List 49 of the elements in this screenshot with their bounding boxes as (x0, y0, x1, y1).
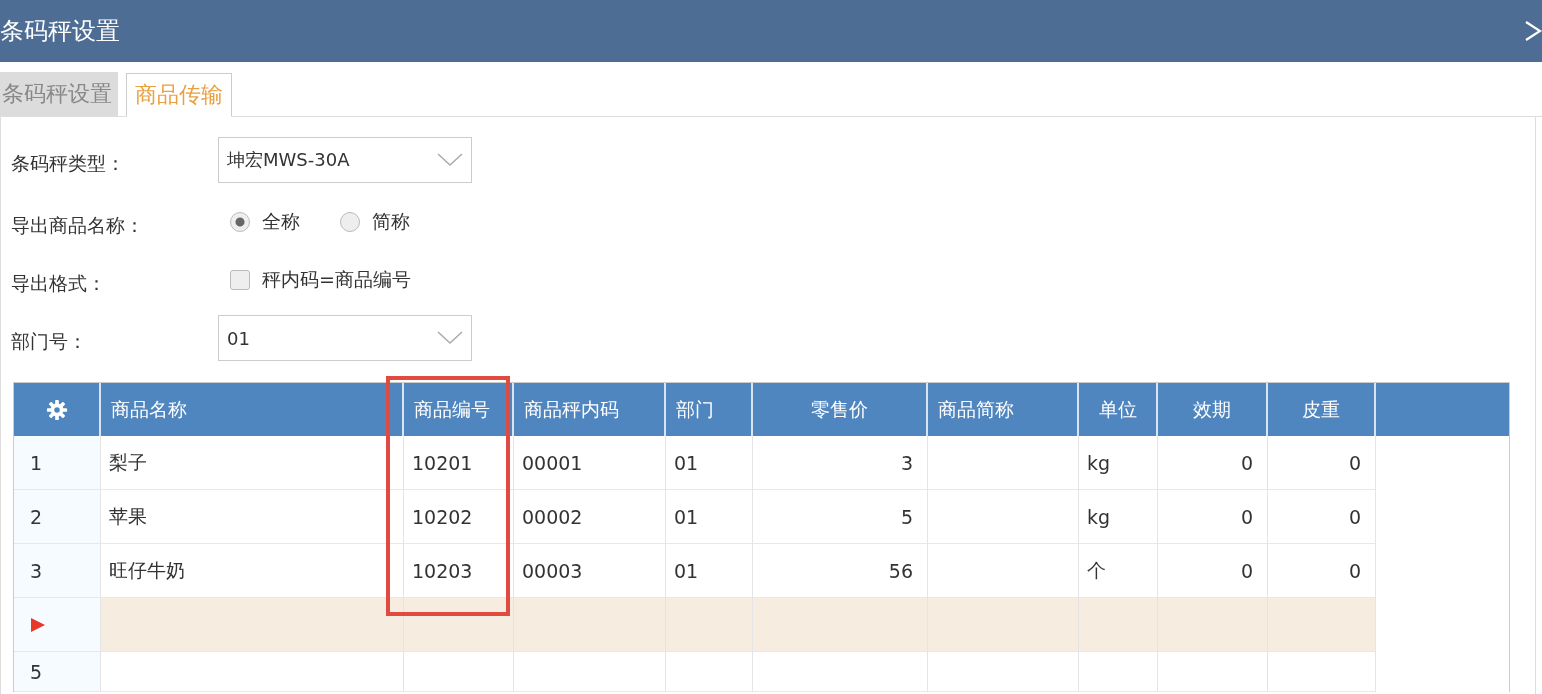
table-cell: kg (1079, 436, 1158, 490)
column-header[interactable]: 单位 (1079, 383, 1158, 436)
column-header[interactable]: 皮重 (1268, 383, 1376, 436)
chevron-down-icon (437, 153, 463, 167)
settings-icon[interactable] (45, 398, 68, 421)
radio-label: 简称 (372, 209, 410, 234)
scale-type-dropdown[interactable]: 坤宏MWS-30A (218, 137, 472, 183)
radio-button[interactable] (230, 212, 250, 232)
column-header[interactable]: 商品秤内码 (514, 383, 666, 436)
radio-label: 全称 (262, 209, 300, 234)
row-number-cell: 3 (14, 544, 101, 598)
tab[interactable]: 商品传输 (126, 73, 232, 117)
column-header[interactable]: 零售价 (753, 383, 928, 436)
close-icon[interactable] (1524, 20, 1542, 42)
table-cell: 0 (1158, 490, 1268, 544)
table-cell: 苹果 (101, 490, 404, 544)
field-label: 部门号： (11, 329, 88, 354)
table-cell: 01 (666, 490, 753, 544)
table-cell: 0 (1158, 436, 1268, 490)
checkbox-label: 秤内码=商品编号 (262, 267, 411, 292)
radio-button[interactable] (340, 212, 360, 232)
checkbox[interactable] (230, 270, 250, 290)
table-cell: 10201 (404, 436, 514, 490)
column-header[interactable]: 商品名称 (101, 383, 404, 436)
tab[interactable]: 条码秤设置 (0, 72, 118, 116)
table-cell: 5 (753, 490, 928, 544)
table-cell: 00001 (514, 436, 666, 490)
table-cell: 00002 (514, 490, 666, 544)
column-header[interactable]: 效期 (1158, 383, 1268, 436)
department-dropdown[interactable]: 01 (218, 315, 472, 361)
field-label: 条码秤类型： (11, 151, 126, 176)
row-number-cell: 5 (14, 652, 101, 692)
window-title: 条码秤设置 (0, 16, 120, 47)
column-header[interactable]: 部门 (666, 383, 753, 436)
table-cell: 10202 (404, 490, 514, 544)
table-cell: 梨子 (101, 436, 404, 490)
row-number-cell: 2 (14, 490, 101, 544)
field-label: 导出格式： (11, 271, 107, 296)
table-cell: 01 (666, 436, 753, 490)
table-cell: 0 (1268, 490, 1376, 544)
table-cell: kg (1079, 490, 1158, 544)
chevron-down-icon (437, 331, 463, 345)
column-header[interactable]: 商品简称 (928, 383, 1079, 436)
column-header[interactable]: 商品编号 (404, 383, 514, 436)
row-number-cell: 1 (14, 436, 101, 490)
current-row-icon (30, 616, 46, 633)
table-cell: 0 (1268, 436, 1376, 490)
table-cell: 3 (753, 436, 928, 490)
field-label: 导出商品名称： (11, 213, 145, 238)
